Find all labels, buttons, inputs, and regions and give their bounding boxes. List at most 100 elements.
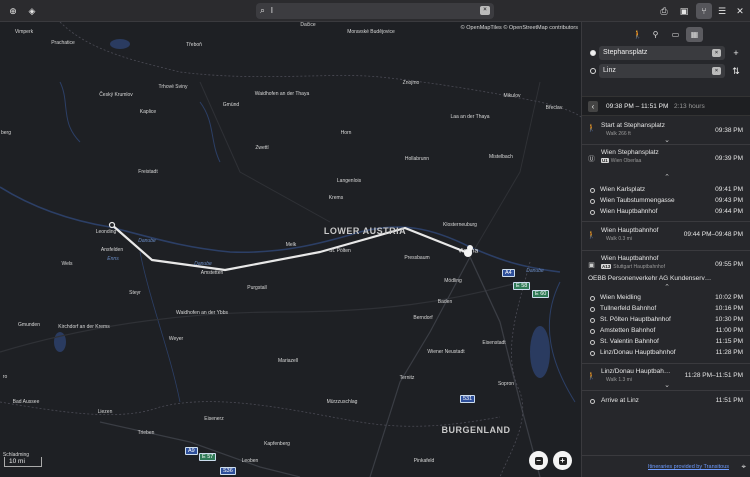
clear-search-icon[interactable]: × — [480, 6, 490, 15]
operator-name: OEBB Personenverkehr AG Kundenserv… — [588, 275, 712, 282]
leg-direction: Stuttgart Hauptbahnhof — [613, 264, 665, 270]
map-label: Dačice — [300, 22, 316, 28]
map-label: Prachatice — [51, 40, 75, 46]
stop-name: St. Valentin Bahnhof — [600, 338, 659, 345]
stop-row: St. Pölten Hauptbahnhof 10:30 PM — [582, 316, 750, 326]
back-button[interactable]: ‹ — [588, 101, 598, 112]
leg-walk-transfer[interactable]: 🚶 Wien Hauptbahnhof Walk 0.3 mi 09:44 PM… — [582, 226, 750, 246]
compass-icon[interactable]: ⊕ — [5, 3, 21, 19]
destination-input[interactable]: Linz × — [599, 64, 725, 78]
leg-time: 09:44 PM–09:48 PM — [683, 231, 743, 238]
stop-time: 11:15 PM — [715, 338, 743, 345]
search-input[interactable]: ⌕ l × — [256, 3, 494, 19]
region-label: BURGENLAND — [441, 425, 511, 435]
origin-row: Stephansplatz × + — [582, 45, 750, 61]
leg-time: 09:55 PM — [715, 261, 743, 268]
directions-sidebar: 🚶 ⚲ ▭ ▦ Stephansplatz × + Linz × ⇅ ‹ 09:… — [581, 22, 750, 477]
map-view[interactable]: © OpenMapTiles © OpenStreetMap contribut… — [0, 22, 581, 477]
leg-sub: Walk 1.3 mi — [606, 377, 632, 383]
map-label: Ansfelden — [100, 247, 124, 253]
chevron-down-icon[interactable]: ⌄ — [663, 136, 671, 144]
clear-destination-icon[interactable]: × — [712, 67, 721, 75]
transit-mode-button[interactable]: ▦ — [686, 27, 703, 42]
train-icon: ▣ — [588, 262, 595, 269]
stop-time: 09:41 PM — [715, 186, 743, 193]
leg-time: 09:39 PM — [715, 155, 743, 162]
stop-row: Amstetten Bahnhof 11:00 PM — [582, 327, 750, 337]
car-mode-button[interactable]: ▭ — [667, 27, 684, 42]
stop-dot-icon — [590, 318, 595, 323]
itinerary-list: 🚶 Start at Stephansplatz Walk 266 ft 09:… — [582, 117, 750, 455]
map-label: Trieben — [137, 430, 155, 436]
close-icon[interactable]: ✕ — [732, 3, 748, 19]
itineraries-provider-link[interactable]: Itineraries provided by Transitous — [648, 464, 729, 470]
leg-time: 09:38 PM — [715, 127, 743, 134]
stop-time: 09:44 PM — [715, 208, 743, 215]
subway-icon: Ⓤ — [588, 156, 595, 163]
walk-mode-button[interactable]: 🚶 — [629, 27, 646, 42]
bookmark-icon[interactable]: ▣ — [676, 3, 692, 19]
chevron-up-icon[interactable]: ⌃ — [663, 283, 671, 291]
map-label: Leoben — [241, 458, 259, 464]
menu-icon[interactable]: ☰ — [714, 3, 730, 19]
layers-icon[interactable]: ◈ — [24, 3, 40, 19]
map-label: Waidhofen an der Ybbs — [176, 310, 228, 316]
map-label: Kirchdorf an der Krems — [58, 324, 110, 330]
chevron-up-icon[interactable]: ⌃ — [663, 173, 671, 181]
swap-icon[interactable]: ⇅ — [730, 65, 742, 77]
river-label: Danube — [194, 261, 212, 267]
map-pin-icon[interactable]: ⌖ — [741, 462, 746, 472]
map-attribution[interactable]: © OpenMapTiles © OpenStreetMap contribut… — [461, 25, 578, 31]
stop-name: Amstetten Bahnhof — [600, 327, 656, 334]
map-label: Liezen — [97, 409, 113, 415]
line-badge: U1 — [601, 158, 609, 163]
stop-dot-icon — [590, 307, 595, 312]
zoom-out-button[interactable]: − — [529, 451, 548, 470]
map-label: Třeboň — [186, 42, 202, 48]
map-label: Berndorf — [413, 315, 433, 321]
summary-duration: 2:13 hours — [674, 103, 705, 110]
city-label: Vienna — [457, 247, 479, 255]
road-shield: A9 — [185, 447, 198, 455]
leg-u1[interactable]: Ⓤ Wien Stephansplatz U1 Wien Oberlaa 09:3… — [582, 148, 750, 170]
minus-icon: − — [534, 455, 543, 465]
leg-sub: Walk 266 ft — [606, 131, 631, 137]
print-icon[interactable]: ⎙ — [656, 3, 672, 19]
divider — [582, 390, 750, 391]
stop-row: Linz/Donau Hauptbahnhof 11:28 PM — [582, 349, 750, 359]
map-scale: 10 mi — [4, 457, 42, 467]
origin-dot-icon — [590, 50, 596, 56]
stop-name: Linz/Donau Hauptbahnhof — [600, 349, 676, 356]
leg-time: 11:51 PM — [715, 397, 743, 404]
leg-title: Wien Stephansplatz — [601, 149, 659, 156]
stop-dot-icon — [590, 340, 595, 345]
map-label: Purgstall — [247, 285, 267, 291]
map-label: Ternitz — [399, 375, 415, 381]
map-label: Leonding — [95, 229, 117, 235]
leg-time: 11:28 PM–11:51 PM — [684, 372, 743, 379]
map-label: Melk — [285, 242, 297, 248]
map-label: Wiener Neustadt — [427, 349, 465, 355]
stop-name: Wien Hauptbahnhof — [600, 208, 658, 215]
leg-title: Wien Hauptbahnhof — [601, 227, 659, 234]
origin-input[interactable]: Stephansplatz × — [599, 46, 725, 60]
leg-arrive[interactable]: Arrive at Linz 11:51 PM — [582, 397, 750, 409]
map-label: Sopron — [497, 381, 515, 387]
bike-mode-button[interactable]: ⚲ — [647, 27, 664, 42]
stop-dot-icon — [590, 329, 595, 334]
chevron-down-icon[interactable]: ⌄ — [663, 381, 671, 389]
clear-origin-icon[interactable]: × — [712, 49, 721, 57]
stop-dot-icon — [590, 210, 595, 215]
map-label: Wels — [61, 261, 73, 267]
stop-row: Wien Taubstummengasse 09:43 PM — [582, 197, 750, 207]
add-stop-icon[interactable]: + — [730, 47, 742, 59]
stop-row: Wien Karlsplatz 09:41 PM — [582, 186, 750, 196]
directions-icon[interactable]: ⑂ — [696, 3, 712, 19]
map-label: Eisenerz — [204, 416, 224, 422]
zoom-in-button[interactable]: + — [553, 451, 572, 470]
stop-time: 11:28 PM — [715, 349, 743, 356]
map-label: berg — [0, 130, 12, 136]
river-label: Danube — [138, 238, 156, 244]
stop-name: Wien Meidling — [600, 294, 641, 301]
map-label: Zwettl — [255, 145, 269, 151]
